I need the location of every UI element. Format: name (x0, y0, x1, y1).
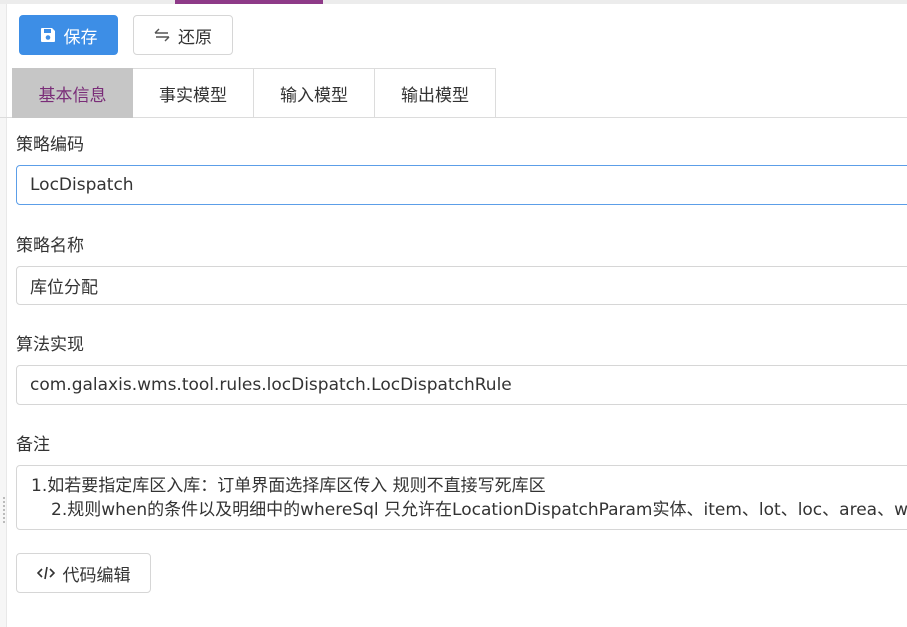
code-icon (36, 566, 55, 580)
strategy-name-label: 策略名称 (16, 236, 84, 256)
tab-output-model[interactable]: 输出模型 (375, 68, 496, 118)
code-edit-button-label: 代码编辑 (62, 565, 131, 586)
save-button-label: 保存 (63, 27, 98, 48)
remark-line-2: 2.规则when的条件以及明细中的whereSql 只允许在LocationDi… (51, 500, 907, 520)
algorithm-impl-input[interactable]: com.galaxis.wms.tool.rules.locDispatch.L… (16, 365, 907, 405)
algorithm-impl-value: com.galaxis.wms.tool.rules.locDispatch.L… (30, 375, 512, 395)
code-edit-button[interactable]: 代码编辑 (16, 553, 151, 593)
undo-icon (154, 28, 170, 42)
top-border (0, 0, 907, 4)
reset-button-label: 还原 (178, 27, 212, 48)
algorithm-impl-label: 算法实现 (16, 335, 84, 355)
save-button[interactable]: 保存 (19, 15, 118, 55)
remark-textarea[interactable]: 1.如若要指定库区入库：订单界面选择库区传入 规则不直接写死库区 2.规则whe… (16, 465, 907, 530)
strategy-code-value: LocDispatch (30, 175, 134, 195)
save-icon (40, 27, 56, 43)
resize-handle[interactable] (3, 497, 5, 525)
tab-input-model[interactable]: 输入模型 (254, 68, 375, 118)
top-accent-bar (175, 0, 323, 4)
left-panel-edge (0, 4, 7, 627)
tab-basic-info[interactable]: 基本信息 (12, 68, 133, 118)
remark-label: 备注 (16, 435, 50, 455)
tab-bar: 基本信息 事实模型 输入模型 输出模型 (12, 68, 496, 118)
reset-button[interactable]: 还原 (133, 15, 233, 55)
strategy-name-value: 库位分配 (30, 278, 98, 298)
strategy-code-label: 策略编码 (16, 135, 84, 155)
remark-line-1: 1.如若要指定库区入库：订单界面选择库区传入 规则不直接写死库区 (31, 476, 546, 496)
strategy-code-input[interactable]: LocDispatch (16, 165, 907, 205)
tab-fact-model[interactable]: 事实模型 (133, 68, 254, 118)
strategy-name-input[interactable]: 库位分配 (16, 266, 907, 305)
